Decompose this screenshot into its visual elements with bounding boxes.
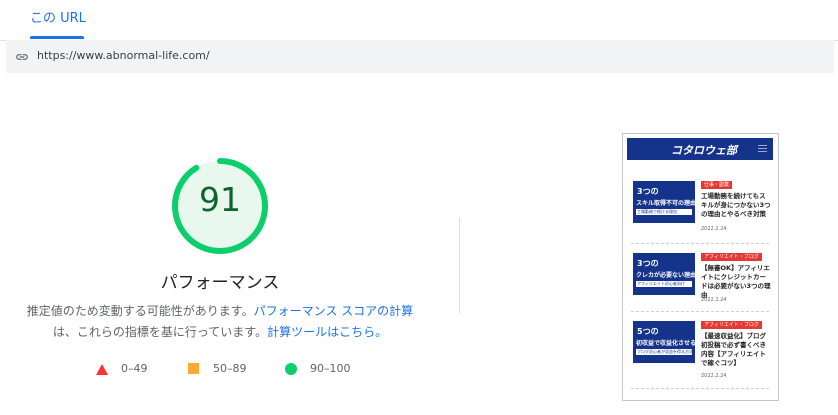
- gauge-title: パフォーマンス: [160, 273, 280, 293]
- hamburger-menu-icon: [758, 145, 767, 153]
- category-tag: アフィリエイト・ブログ: [701, 253, 762, 261]
- article-title: 工場勤務を続けてもスキルが身につかない3つの理由とやるべき対策: [701, 192, 771, 218]
- url-text: https://www.abnormal-life.com/: [37, 49, 210, 62]
- description-text-1: 推定値のため変動する可能性があります。: [26, 304, 254, 318]
- article-title: 【無審OK】アフィリエイトにクレジットカードは必要がない3つの理由: [701, 264, 771, 299]
- score-description: 推定値のため変動する可能性があります。パフォーマンス スコアの計算 は、これらの…: [20, 301, 420, 343]
- article-separator: [631, 243, 769, 244]
- score-calc-link[interactable]: パフォーマンス スコアの計算: [254, 304, 414, 318]
- tab-active-indicator: [30, 36, 84, 39]
- tab-this-url[interactable]: この URL: [30, 0, 86, 39]
- category-tag: 仕事・副業: [701, 181, 733, 189]
- article-separator: [631, 311, 769, 312]
- article-title: 【最速収益化】ブログ初投稿で必ず書くべき内容【アフィリエイトで稼ぐコツ】: [701, 332, 766, 367]
- thumb-strip-text: 工場勤務で続ける理由: [637, 209, 677, 214]
- score-legend: 0–49 50–89 90–100: [0, 362, 440, 378]
- legend-label: 90–100: [310, 362, 351, 375]
- url-bar: https://www.abnormal-life.com/: [6, 40, 834, 73]
- thumb-heading: 5つの: [637, 327, 659, 336]
- thumb-heading: 3つの: [637, 187, 659, 196]
- vertical-divider: [459, 218, 460, 313]
- article-date: 2022.2.24: [701, 297, 727, 303]
- legend-label: 0–49: [121, 362, 148, 375]
- thumb-subheading: スキル取得不可の理由: [636, 200, 695, 207]
- thumb-subheading: クレカが必要ない理由: [636, 272, 695, 279]
- article-date: 2022.2.24: [701, 226, 727, 232]
- circle-icon: [285, 363, 297, 375]
- tab-label: この URL: [30, 11, 86, 26]
- thumb-strip-text: アフィリエイト初心者向け: [637, 281, 685, 286]
- tab-bar: この URL: [0, 0, 838, 41]
- article-thumbnail: 3つの クレカが必要ない理由 アフィリエイト初心者向け: [633, 253, 695, 295]
- article-separator: [631, 388, 769, 389]
- triangle-icon: [96, 364, 108, 375]
- article-card: 3つの スキル取得不可の理由 工場勤務で続ける理由 仕事・副業 工場勤務を続けて…: [631, 181, 771, 239]
- page-screenshot: コタロウェ部 3つの スキル取得不可の理由 工場勤務で続ける理由 仕事・副業 工…: [622, 133, 779, 401]
- article-thumbnail: 3つの スキル取得不可の理由 工場勤務で続ける理由: [633, 181, 695, 223]
- thumb-strip-text: ブログ初心者が収益を得る方法: [637, 349, 693, 354]
- thumb-heading: 3つの: [637, 259, 659, 268]
- category-tag: アフィリエイト・ブログ: [701, 321, 762, 329]
- performance-score: 91: [199, 180, 241, 219]
- article-thumbnail: 5つの 初収益で収益化させる ブログ初心者が収益を得る方法: [633, 321, 695, 363]
- site-header: コタロウェ部: [627, 138, 773, 160]
- site-logo: コタロウェ部: [671, 144, 737, 157]
- article-card: 5つの 初収益で収益化させる ブログ初心者が収益を得る方法 アフィリエイト・ブロ…: [631, 321, 771, 379]
- calculator-link[interactable]: 計算ツールはこちら。: [267, 325, 387, 339]
- description-text-2: は、これらの指標を基に行っています。: [52, 325, 268, 339]
- thumb-subheading: 初収益で収益化させる: [636, 340, 695, 347]
- article-card: 3つの クレカが必要ない理由 アフィリエイト初心者向け アフィリエイト・ブログ …: [631, 253, 771, 311]
- legend-label: 50–89: [213, 362, 247, 375]
- article-date: 2022.2.24: [701, 373, 727, 379]
- link-icon: [16, 54, 28, 60]
- square-icon: [188, 363, 199, 374]
